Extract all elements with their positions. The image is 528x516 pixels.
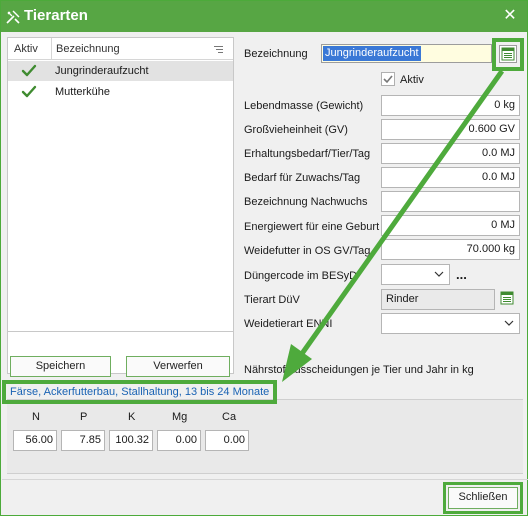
list-item-label: Jungrinderaufzucht [55,65,149,77]
nutrient-header-mg: Mg [172,411,188,423]
checkmark-icon [383,75,393,84]
close-button[interactable]: Schließen [448,487,518,509]
energiewert-label: Energiewert für eine Geburt [244,221,380,233]
tierarten-list: Aktiv Bezeichnung Jungrinderaufzucht Mut… [7,37,234,332]
footer-divider [2,479,528,480]
gv-label: Großvieheinheit (GV) [244,124,348,136]
more-options-button[interactable]: ... [456,267,467,282]
erhaltungsbedarf-label: Erhaltungsbedarf/Tier/Tag [244,148,371,160]
lebendmasse-label: Lebendmasse (Gewicht) [244,100,364,112]
chevron-down-icon [434,271,444,277]
nutrient-value-mg[interactable]: 0.00 [157,430,201,451]
bezeichnung-label: Bezeichnung [244,48,308,60]
list-lookup-icon [500,291,514,305]
nutrient-value-n[interactable]: 56.00 [13,430,57,451]
nutrient-header-n: N [32,411,40,423]
nutrient-header-p: P [80,411,88,423]
tierart-duev-label: Tierart DüV [244,294,300,306]
weidetierart-label: Weidetierart ENNI [244,318,333,330]
list-item-label: Mutterkühe [55,86,111,98]
naehrstoff-description: Färse, Ackerfutterbau, Stallhaltung, 13 … [9,386,271,398]
tierarten-dialog: Tierarten ✕ Aktiv Bezeichnung Jungrinder… [0,0,528,516]
aktiv-checkbox[interactable] [381,72,395,86]
tools-icon [6,10,20,24]
list-header: Aktiv Bezeichnung [8,38,233,60]
zuwachs-label: Bedarf für Zuwachs/Tag [244,172,361,184]
checkmark-icon [21,85,37,98]
weidefutter-label: Weidefutter in OS GV/Tag [244,245,371,257]
close-window-button[interactable]: ✕ [501,7,519,25]
discard-button[interactable]: Verwerfen [126,356,230,377]
gv-field[interactable]: 0.600 GV [381,119,520,140]
window-title: Tierarten [24,7,88,24]
column-header-aktiv[interactable]: Aktiv [14,43,38,55]
nutrient-header-ca: Ca [222,411,237,423]
title-bar: Tierarten ✕ [1,1,527,32]
nutrient-value-k[interactable]: 100.32 [109,430,153,451]
column-divider[interactable] [51,38,52,60]
checkmark-icon [21,64,37,77]
list-item[interactable]: Jungrinderaufzucht [8,61,233,81]
weidefutter-field[interactable]: 70.000 kg [381,239,520,260]
aktiv-label: Aktiv [400,74,424,86]
nutrient-value-ca[interactable]: 0.00 [205,430,249,451]
list-lookup-icon [501,47,515,61]
bezeichnung-input[interactable]: Jungrinderaufzucht [321,44,492,63]
nachwuchs-label: Bezeichnung Nachwuchs [244,196,368,208]
erhaltungsbedarf-field[interactable]: 0.0 MJ [381,143,520,164]
naehrstoff-title: Nährstoffausscheidungen je Tier und Jahr… [244,364,474,376]
zuwachs-field[interactable]: 0.0 MJ [381,167,520,188]
lebendmasse-field[interactable]: 0 kg [381,95,520,116]
sort-icon[interactable] [214,46,223,53]
duengercode-dropdown[interactable] [381,264,450,285]
tierart-lookup-button[interactable] [499,290,517,308]
weidetierart-dropdown[interactable] [381,313,520,334]
nutrient-header-k: K [128,411,136,423]
tierart-duev-field: Rinder [381,289,495,310]
column-header-bezeichnung[interactable]: Bezeichnung [56,43,120,55]
save-button[interactable]: Speichern [10,356,111,377]
bezeichnung-value: Jungrinderaufzucht [323,46,421,61]
list-item[interactable]: Mutterkühe [8,82,233,102]
bezeichnung-lookup-button[interactable] [499,45,517,63]
energiewert-field[interactable]: 0 MJ [381,215,520,236]
nutrient-value-p[interactable]: 7.85 [61,430,105,451]
chevron-down-icon [504,320,514,326]
nachwuchs-field[interactable] [381,191,520,212]
duengercode-label: Düngercode im BESyD [244,270,358,282]
